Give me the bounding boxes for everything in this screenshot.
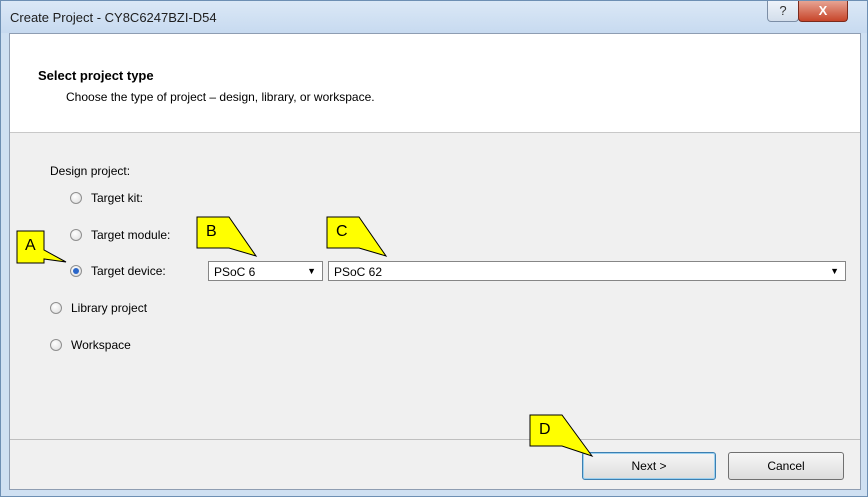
series-dropdown-value: PSoC 62 [334,265,383,279]
cancel-button[interactable]: Cancel [728,452,844,480]
chevron-down-icon: ▼ [307,266,316,276]
workspace-radio[interactable] [50,339,62,351]
target-kit-label: Target kit: [91,191,144,205]
dialog-window: Create Project - CY8C6247BZI-D54 ? X Sel… [0,0,868,497]
target-module-option[interactable]: Target module: [70,226,170,244]
title-bar[interactable]: Create Project - CY8C6247BZI-D54 ? X [1,1,867,33]
target-device-option[interactable]: Target device: [70,262,166,280]
dialog-body: Select project type Choose the type of p… [9,33,861,490]
next-button[interactable]: Next > [582,452,716,480]
callout-a: A [16,230,71,270]
page-title: Select project type [38,68,154,83]
target-module-radio[interactable] [70,229,82,241]
workspace-label: Workspace [71,338,131,352]
callout-b: B [196,216,264,262]
family-dropdown-value: PSoC 6 [214,265,256,279]
target-kit-radio[interactable] [70,192,82,204]
wizard-header: Select project type Choose the type of p… [10,34,860,133]
callout-c-label: C [336,223,348,240]
callout-a-label: A [25,237,36,254]
page-subtitle: Choose the type of project – design, lib… [66,90,375,104]
library-project-label: Library project [71,301,148,315]
close-button[interactable]: X [798,1,848,22]
callout-d: D [529,414,599,460]
series-dropdown[interactable]: PSoC 62 ▼ [328,261,846,281]
window-title: Create Project - CY8C6247BZI-D54 [10,10,217,25]
target-module-label: Target module: [91,228,171,242]
chevron-down-icon: ▼ [830,266,839,276]
library-project-radio[interactable] [50,302,62,314]
target-device-label: Target device: [91,264,166,278]
library-project-option[interactable]: Library project [50,299,147,317]
footer-divider [10,439,860,440]
callout-c: C [326,216,394,262]
target-kit-option[interactable]: Target kit: [70,189,143,207]
design-project-label: Design project: [50,164,131,178]
help-button[interactable]: ? [767,1,799,22]
callout-b-label: B [206,223,217,240]
family-dropdown[interactable]: PSoC 6 ▼ [208,261,323,281]
workspace-option[interactable]: Workspace [50,336,131,354]
target-device-radio[interactable] [70,265,82,277]
callout-d-label: D [539,421,551,438]
